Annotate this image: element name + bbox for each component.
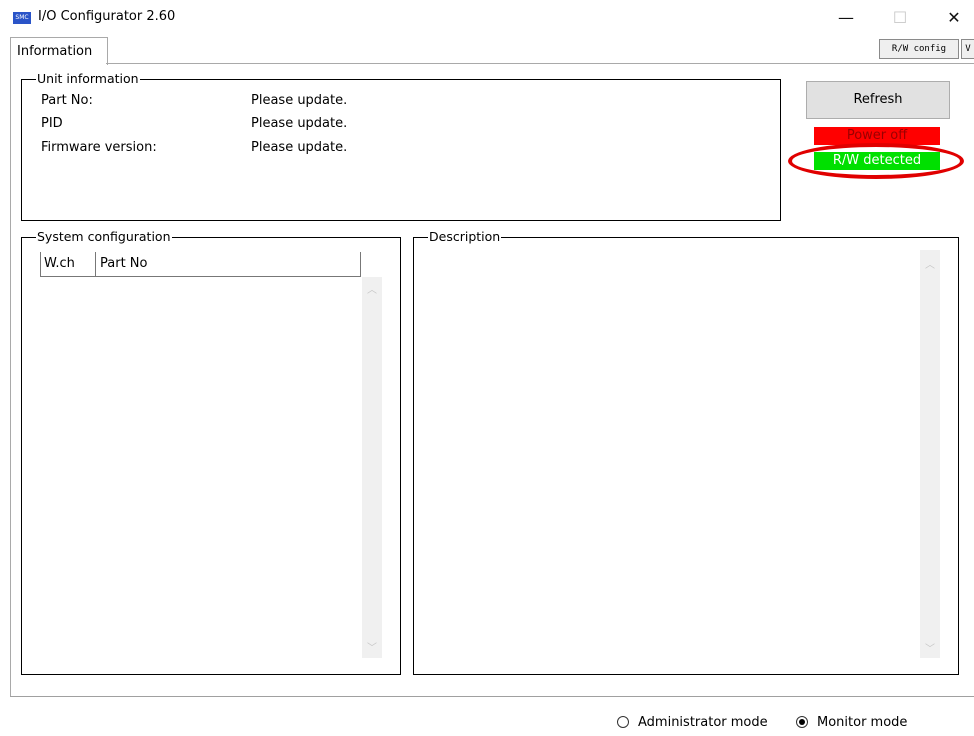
part-no-value: Please update. xyxy=(251,93,348,108)
bottom-separator xyxy=(10,696,974,697)
unit-information-group: Unit information Part No: Please update.… xyxy=(21,71,781,221)
description-legend: Description xyxy=(428,229,502,244)
column-header-part-no[interactable]: Part No xyxy=(100,256,147,271)
title-bar: SMC I/O Configurator 2.60 — ☐ ✕ xyxy=(0,0,974,36)
column-header-wch[interactable]: W.ch xyxy=(44,256,75,271)
scroll-up-arrow-icon[interactable]: ︿ xyxy=(362,281,382,296)
system-configuration-list[interactable] xyxy=(40,277,360,656)
unit-information-legend: Unit information xyxy=(36,71,140,86)
administrator-mode-option[interactable]: Administrator mode xyxy=(617,715,777,731)
scroll-down-arrow-icon[interactable]: ﹀ xyxy=(920,640,940,655)
description-scrollbar[interactable]: ︿ ﹀ xyxy=(920,250,940,658)
close-button[interactable]: ✕ xyxy=(934,6,974,30)
monitor-mode-option[interactable]: Monitor mode xyxy=(796,715,926,731)
column-separator xyxy=(40,252,41,276)
monitor-mode-label: Monitor mode xyxy=(817,715,908,730)
scroll-down-arrow-icon[interactable]: ﹀ xyxy=(362,639,382,654)
radio-selected-dot xyxy=(799,719,805,725)
column-separator[interactable] xyxy=(95,252,96,276)
version-button[interactable]: V xyxy=(961,39,974,59)
pid-value: Please update. xyxy=(251,116,348,131)
firmware-version-label: Firmware version: xyxy=(41,140,157,155)
maximize-button[interactable]: ☐ xyxy=(880,6,920,30)
highlight-annotation xyxy=(788,143,964,179)
description-text-area[interactable] xyxy=(429,250,919,656)
administrator-mode-label: Administrator mode xyxy=(638,715,768,730)
minimize-button[interactable]: — xyxy=(826,6,866,30)
monitor-mode-radio[interactable] xyxy=(796,716,808,728)
part-no-label: Part No: xyxy=(41,93,93,108)
administrator-mode-radio[interactable] xyxy=(617,716,629,728)
tab-information[interactable]: Information xyxy=(10,37,108,65)
window-title: I/O Configurator 2.60 xyxy=(38,9,176,24)
scroll-up-arrow-icon[interactable]: ︿ xyxy=(920,256,940,271)
system-configuration-legend: System configuration xyxy=(36,229,172,244)
pid-label: PID xyxy=(41,116,63,131)
firmware-version-value: Please update. xyxy=(251,140,348,155)
refresh-button[interactable]: Refresh xyxy=(806,81,950,119)
rw-config-button[interactable]: R/W config xyxy=(879,39,959,59)
system-configuration-scrollbar[interactable]: ︿ ﹀ xyxy=(362,277,382,658)
system-configuration-list-header: W.ch Part No xyxy=(40,252,361,277)
tab-information-label: Information xyxy=(17,44,93,59)
app-logo-icon: SMC xyxy=(13,12,31,24)
